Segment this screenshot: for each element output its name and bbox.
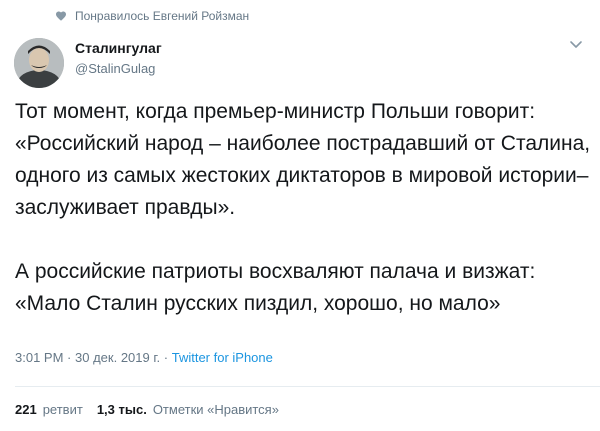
avatar[interactable] xyxy=(14,38,64,88)
tweet-time[interactable]: 3:01 PM xyxy=(15,350,63,365)
likes-stat[interactable]: 1,3 тыс. Отметки «Нравится» xyxy=(97,402,279,417)
author-handle[interactable]: @StalinGulag xyxy=(75,61,155,76)
tweet-paragraph: А российские патриоты восхваляют палача … xyxy=(15,260,536,315)
tweet-paragraph: Тот момент, когда премьер-министр Польши… xyxy=(15,100,591,219)
meta-separator: · xyxy=(163,350,169,365)
social-context-text: Понравилось Евгений Ройзман xyxy=(75,9,250,23)
divider xyxy=(15,386,600,387)
tweet-stats: 221 ретвит 1,3 тыс. Отметки «Нравится» xyxy=(15,402,279,417)
likes-label: Отметки «Нравится» xyxy=(152,402,279,417)
heart-icon xyxy=(56,11,66,21)
meta-separator: · xyxy=(67,350,72,365)
tweet-metadata: 3:01 PM · 30 дек. 2019 г. · Twitter for … xyxy=(15,350,273,365)
tweet-text: Тот момент, когда премьер-министр Польши… xyxy=(15,96,595,320)
avatar-portrait-icon xyxy=(14,38,64,88)
retweets-stat[interactable]: 221 ретвит xyxy=(15,402,83,417)
social-context: Понравилось Евгений Ройзман xyxy=(75,9,249,23)
likes-count: 1,3 тыс. xyxy=(96,402,147,417)
tweet-date[interactable]: 30 дек. 2019 г. xyxy=(75,350,160,365)
author-display-name[interactable]: Сталингулаг xyxy=(75,40,162,56)
retweets-label: ретвит xyxy=(42,402,83,417)
tweet-source-link[interactable]: Twitter for iPhone xyxy=(172,350,273,365)
retweets-count: 221 xyxy=(15,402,37,417)
chevron-down-icon[interactable] xyxy=(569,40,583,50)
